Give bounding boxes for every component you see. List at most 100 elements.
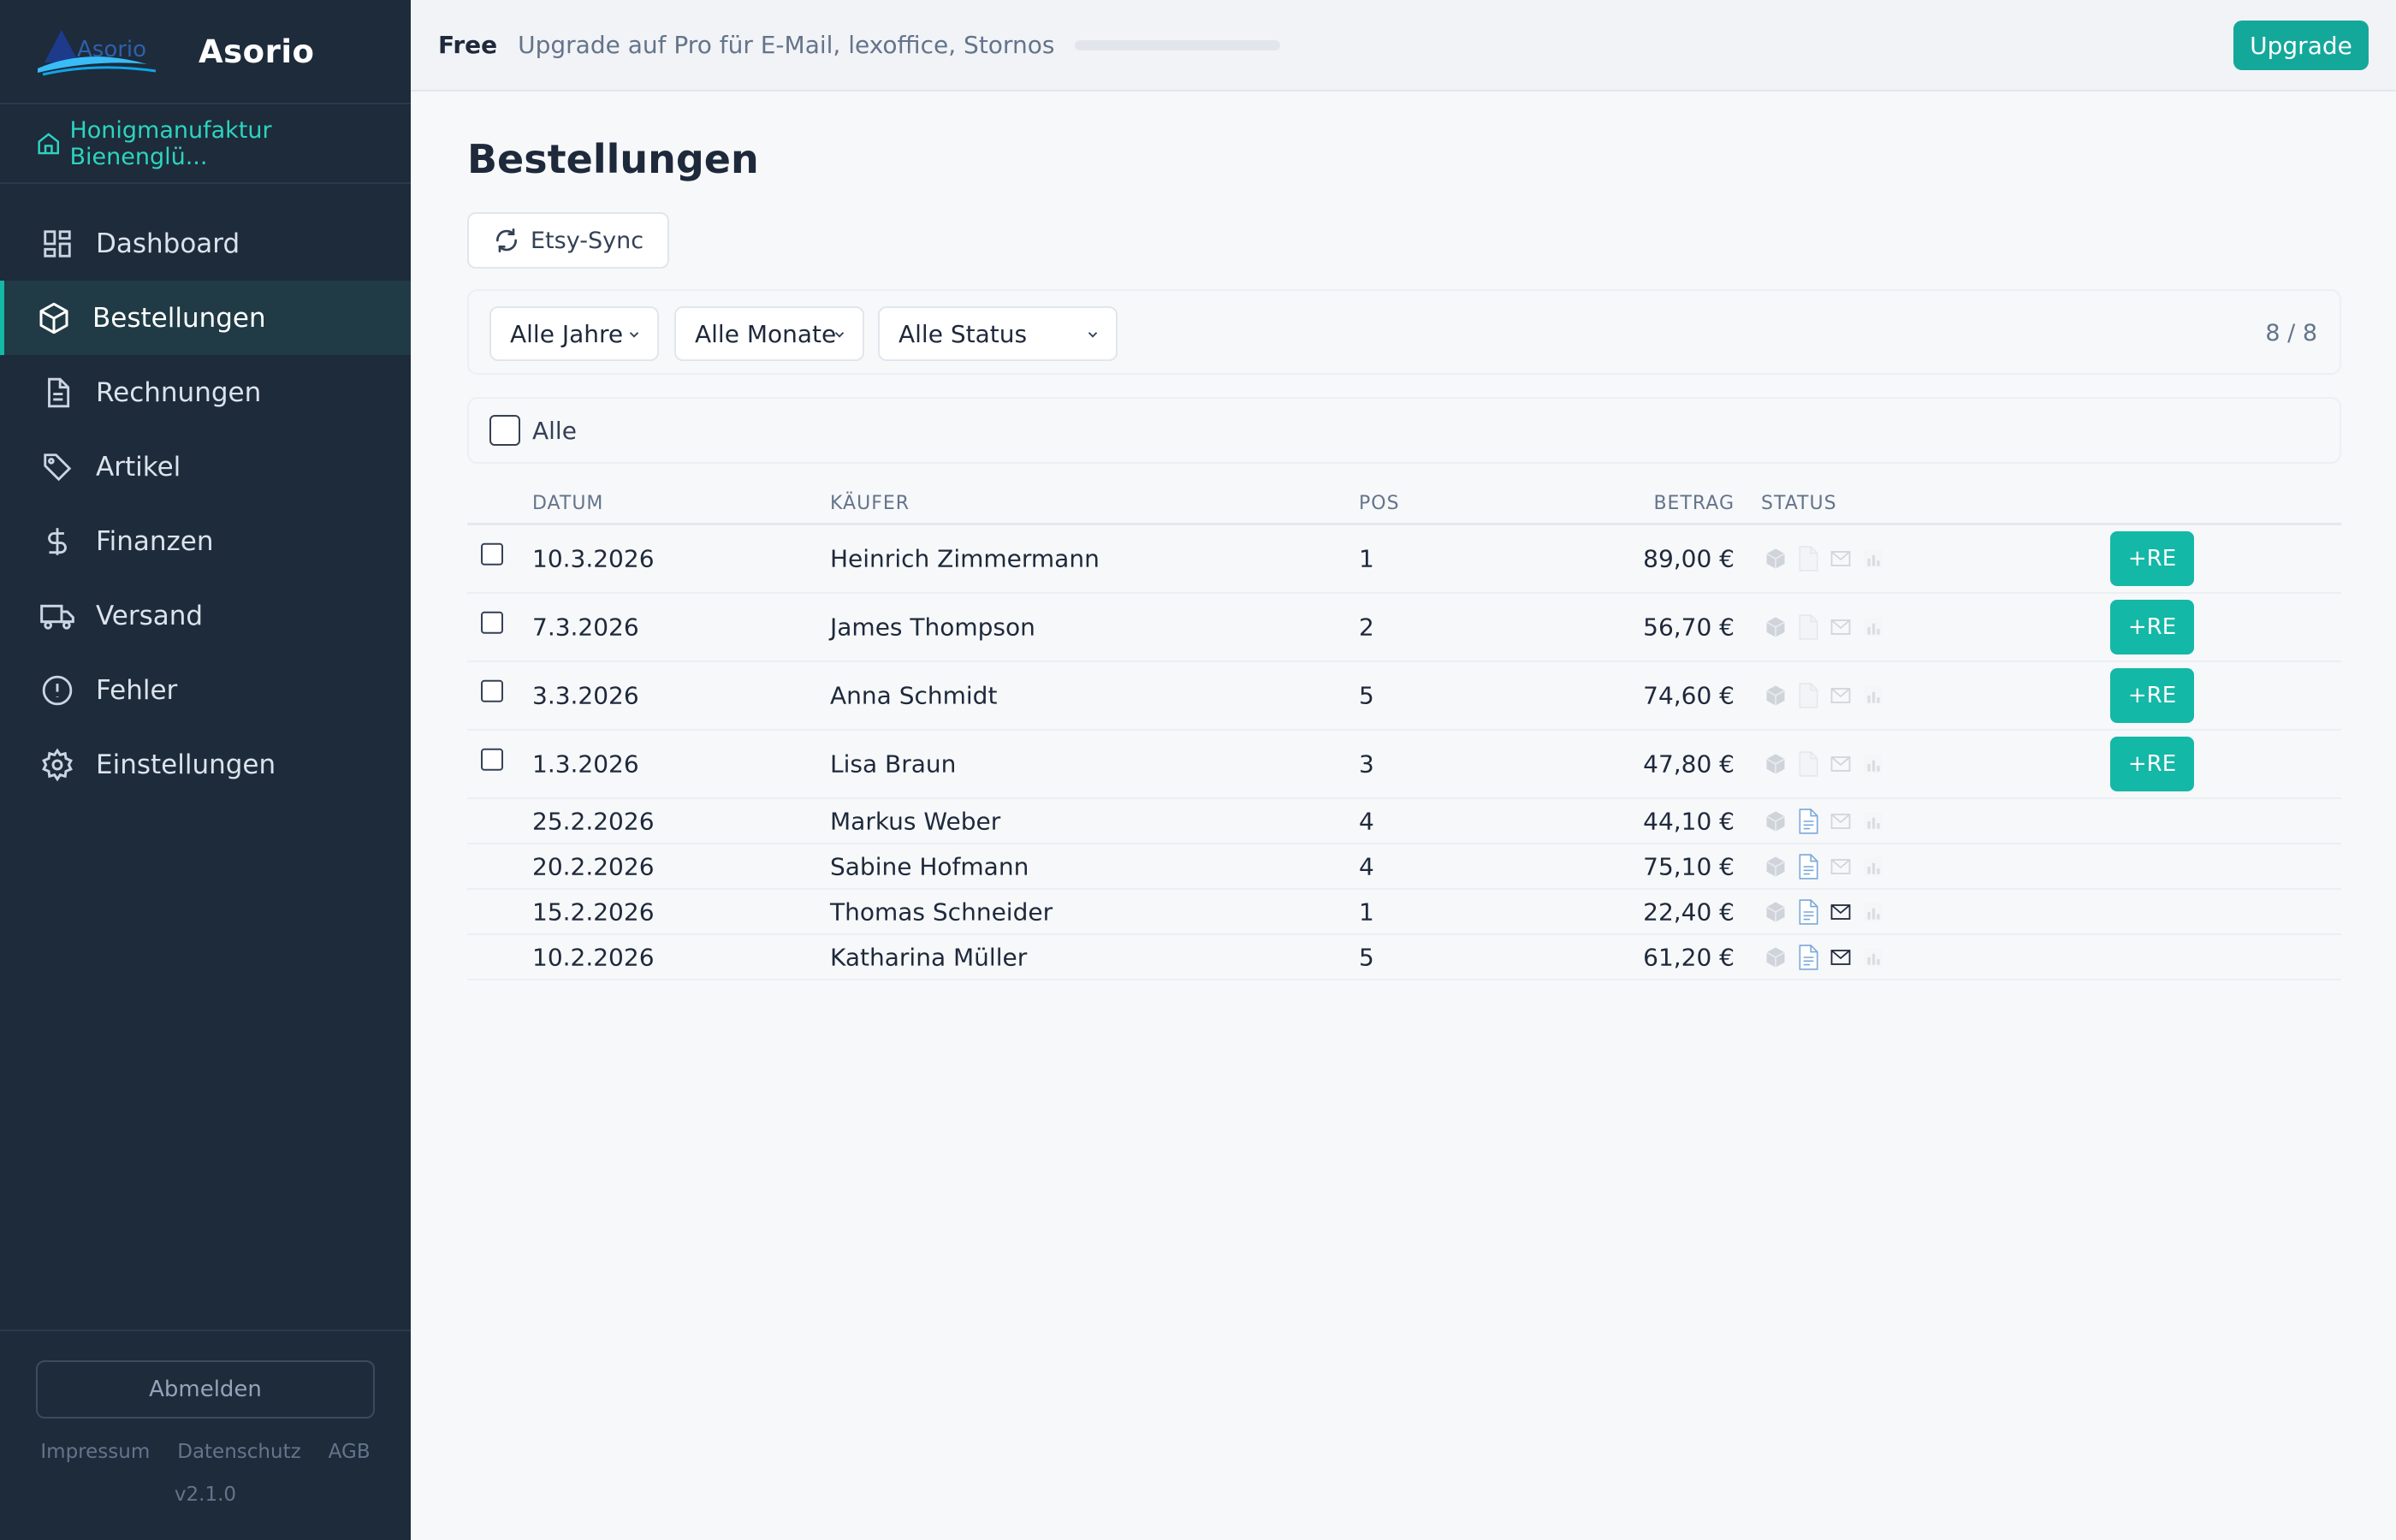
table-header: DATUM KÄUFER POS BETRAG STATUS bbox=[467, 484, 2341, 525]
topbar: Free Upgrade auf Pro für E-Mail, lexoffi… bbox=[411, 0, 2396, 92]
link-agb[interactable]: AGB bbox=[329, 1441, 371, 1463]
sidebar-item-label: Versand bbox=[96, 600, 204, 631]
cell-date: 10.2.2026 bbox=[532, 943, 655, 971]
month-select-value: Alle Monate bbox=[695, 319, 837, 348]
table-row[interactable]: 10.3.2026 Heinrich Zimmermann 1 89,00 € +RE bbox=[467, 525, 2341, 594]
cell-pos: 2 bbox=[1359, 613, 1374, 642]
package-icon bbox=[1763, 899, 1788, 925]
table-row[interactable]: 3.3.2026 Anna Schmidt 5 74,60 € +RE bbox=[467, 662, 2341, 731]
row-checkbox[interactable] bbox=[481, 679, 503, 702]
etsy-sync-button[interactable]: Etsy-Sync bbox=[467, 212, 670, 269]
alert-icon bbox=[39, 672, 75, 708]
cell-amount: 75,10 € bbox=[1643, 852, 1735, 880]
cell-date: 15.2.2026 bbox=[532, 897, 655, 926]
header-buyer[interactable]: KÄUFER bbox=[830, 493, 910, 514]
footer-links: Impressum Datenschutz AGB bbox=[0, 1441, 411, 1463]
cell-buyer: James Thompson bbox=[830, 613, 1035, 642]
sidebar-item-label: Finanzen bbox=[96, 525, 214, 557]
header-status[interactable]: STATUS bbox=[1761, 493, 1837, 514]
bookkeeping-icon bbox=[1860, 683, 1886, 708]
select-all-checkbox[interactable] bbox=[489, 415, 520, 446]
cell-pos: 1 bbox=[1359, 897, 1374, 926]
cell-pos: 5 bbox=[1359, 681, 1374, 710]
document-icon bbox=[39, 375, 75, 411]
status-select[interactable]: Alle Status bbox=[878, 306, 1118, 361]
sidebar-item-dashboard[interactable]: Dashboard bbox=[0, 206, 411, 281]
table-row[interactable]: 7.3.2026 James Thompson 2 56,70 € +RE bbox=[467, 594, 2341, 662]
table-row[interactable]: 15.2.2026 Thomas Schneider 1 22,40 € bbox=[467, 890, 2341, 935]
cell-status bbox=[1763, 683, 1886, 708]
bookkeeping-icon bbox=[1860, 751, 1886, 777]
cell-pos: 1 bbox=[1359, 544, 1374, 573]
row-checkbox[interactable] bbox=[481, 748, 503, 771]
bookkeeping-icon bbox=[1860, 945, 1886, 970]
usage-progress-bar bbox=[1075, 39, 1281, 50]
refresh-icon bbox=[495, 228, 518, 252]
month-select[interactable]: Alle Monate bbox=[674, 306, 864, 361]
sidebar-item-rechnungen[interactable]: Rechnungen bbox=[0, 355, 411, 429]
sidebar-item-artikel[interactable]: Artikel bbox=[0, 429, 411, 504]
invoice-icon bbox=[1795, 683, 1821, 708]
app-name: Asorio bbox=[199, 33, 315, 70]
mail-icon bbox=[1828, 808, 1853, 834]
chevron-down-icon bbox=[834, 332, 845, 338]
upgrade-hint: Upgrade auf Pro für E-Mail, lexoffice, S… bbox=[518, 31, 1055, 59]
sidebar-footer: Abmelden Impressum Datenschutz AGB v2.1.… bbox=[0, 1330, 411, 1540]
sidebar-item-label: Fehler bbox=[96, 674, 178, 706]
cell-buyer: Anna Schmidt bbox=[830, 681, 998, 710]
table-row[interactable]: 25.2.2026 Markus Weber 4 44,10 € bbox=[467, 799, 2341, 844]
year-select[interactable]: Alle Jahre bbox=[489, 306, 659, 361]
gear-icon bbox=[39, 747, 75, 783]
logout-button[interactable]: Abmelden bbox=[36, 1360, 375, 1419]
invoice-icon bbox=[1795, 614, 1821, 640]
cell-amount: 22,40 € bbox=[1643, 897, 1735, 926]
create-invoice-button[interactable]: +RE bbox=[2110, 531, 2194, 586]
organization-switcher[interactable]: Honigmanufaktur Bienenglü... bbox=[0, 104, 411, 184]
cell-date: 3.3.2026 bbox=[532, 681, 639, 710]
mail-icon bbox=[1828, 614, 1853, 640]
invoice-icon bbox=[1795, 546, 1821, 572]
chevron-down-icon bbox=[1088, 332, 1098, 338]
sidebar-item-label: Rechnungen bbox=[96, 376, 262, 408]
select-all-bar: Alle bbox=[467, 397, 2341, 464]
create-invoice-button[interactable]: +RE bbox=[2110, 600, 2194, 654]
table-row[interactable]: 10.2.2026 Katharina Müller 5 61,20 € bbox=[467, 935, 2341, 980]
table-row[interactable]: 20.2.2026 Sabine Hofmann 4 75,10 € bbox=[467, 844, 2341, 890]
cell-pos: 5 bbox=[1359, 943, 1374, 971]
version-label: v2.1.0 bbox=[174, 1484, 237, 1506]
row-checkbox[interactable] bbox=[481, 542, 503, 566]
cell-amount: 61,20 € bbox=[1643, 943, 1735, 971]
create-invoice-button[interactable]: +RE bbox=[2110, 668, 2194, 723]
table-body: 10.3.2026 Heinrich Zimmermann 1 89,00 € +RE 7… bbox=[467, 525, 2341, 980]
logo[interactable]: Asorio bbox=[36, 21, 157, 81]
row-checkbox[interactable] bbox=[481, 611, 503, 634]
box-icon bbox=[36, 300, 72, 336]
table-row[interactable]: 1.3.2026 Lisa Braun 3 47,80 € +RE bbox=[467, 731, 2341, 799]
upgrade-button[interactable]: Upgrade bbox=[2233, 21, 2369, 70]
result-count: 8 / 8 bbox=[2265, 320, 2317, 346]
sidebar-item-label: Bestellungen bbox=[92, 302, 266, 334]
mail-icon bbox=[1828, 751, 1853, 777]
cell-pos: 3 bbox=[1359, 749, 1374, 779]
link-impressum[interactable]: Impressum bbox=[40, 1441, 150, 1463]
cell-buyer: Heinrich Zimmermann bbox=[830, 544, 1100, 573]
filter-bar: Alle Jahre Alle Monate Alle Status 8 / 8 bbox=[467, 289, 2341, 375]
cell-date: 7.3.2026 bbox=[532, 613, 639, 642]
home-icon bbox=[38, 132, 60, 154]
sidebar: Asorio Asorio Honigmanufaktur Bienenglü.… bbox=[0, 0, 411, 1540]
invoice-icon bbox=[1795, 808, 1821, 834]
header-date[interactable]: DATUM bbox=[532, 493, 603, 514]
header-amount[interactable]: BETRAG bbox=[1653, 493, 1735, 514]
sidebar-item-finanzen[interactable]: Finanzen bbox=[0, 504, 411, 578]
sidebar-item-bestellungen[interactable]: Bestellungen bbox=[0, 281, 411, 355]
sidebar-item-einstellungen[interactable]: Einstellungen bbox=[0, 727, 411, 802]
create-invoice-button[interactable]: +RE bbox=[2110, 737, 2194, 791]
bookkeeping-icon bbox=[1860, 808, 1886, 834]
chevron-down-icon bbox=[629, 332, 639, 338]
sidebar-item-fehler[interactable]: Fehler bbox=[0, 653, 411, 727]
plan-label: Free bbox=[438, 31, 498, 59]
cell-buyer: Markus Weber bbox=[830, 807, 1001, 835]
header-pos[interactable]: POS bbox=[1359, 493, 1400, 514]
link-datenschutz[interactable]: Datenschutz bbox=[177, 1441, 300, 1463]
sidebar-item-versand[interactable]: Versand bbox=[0, 578, 411, 653]
